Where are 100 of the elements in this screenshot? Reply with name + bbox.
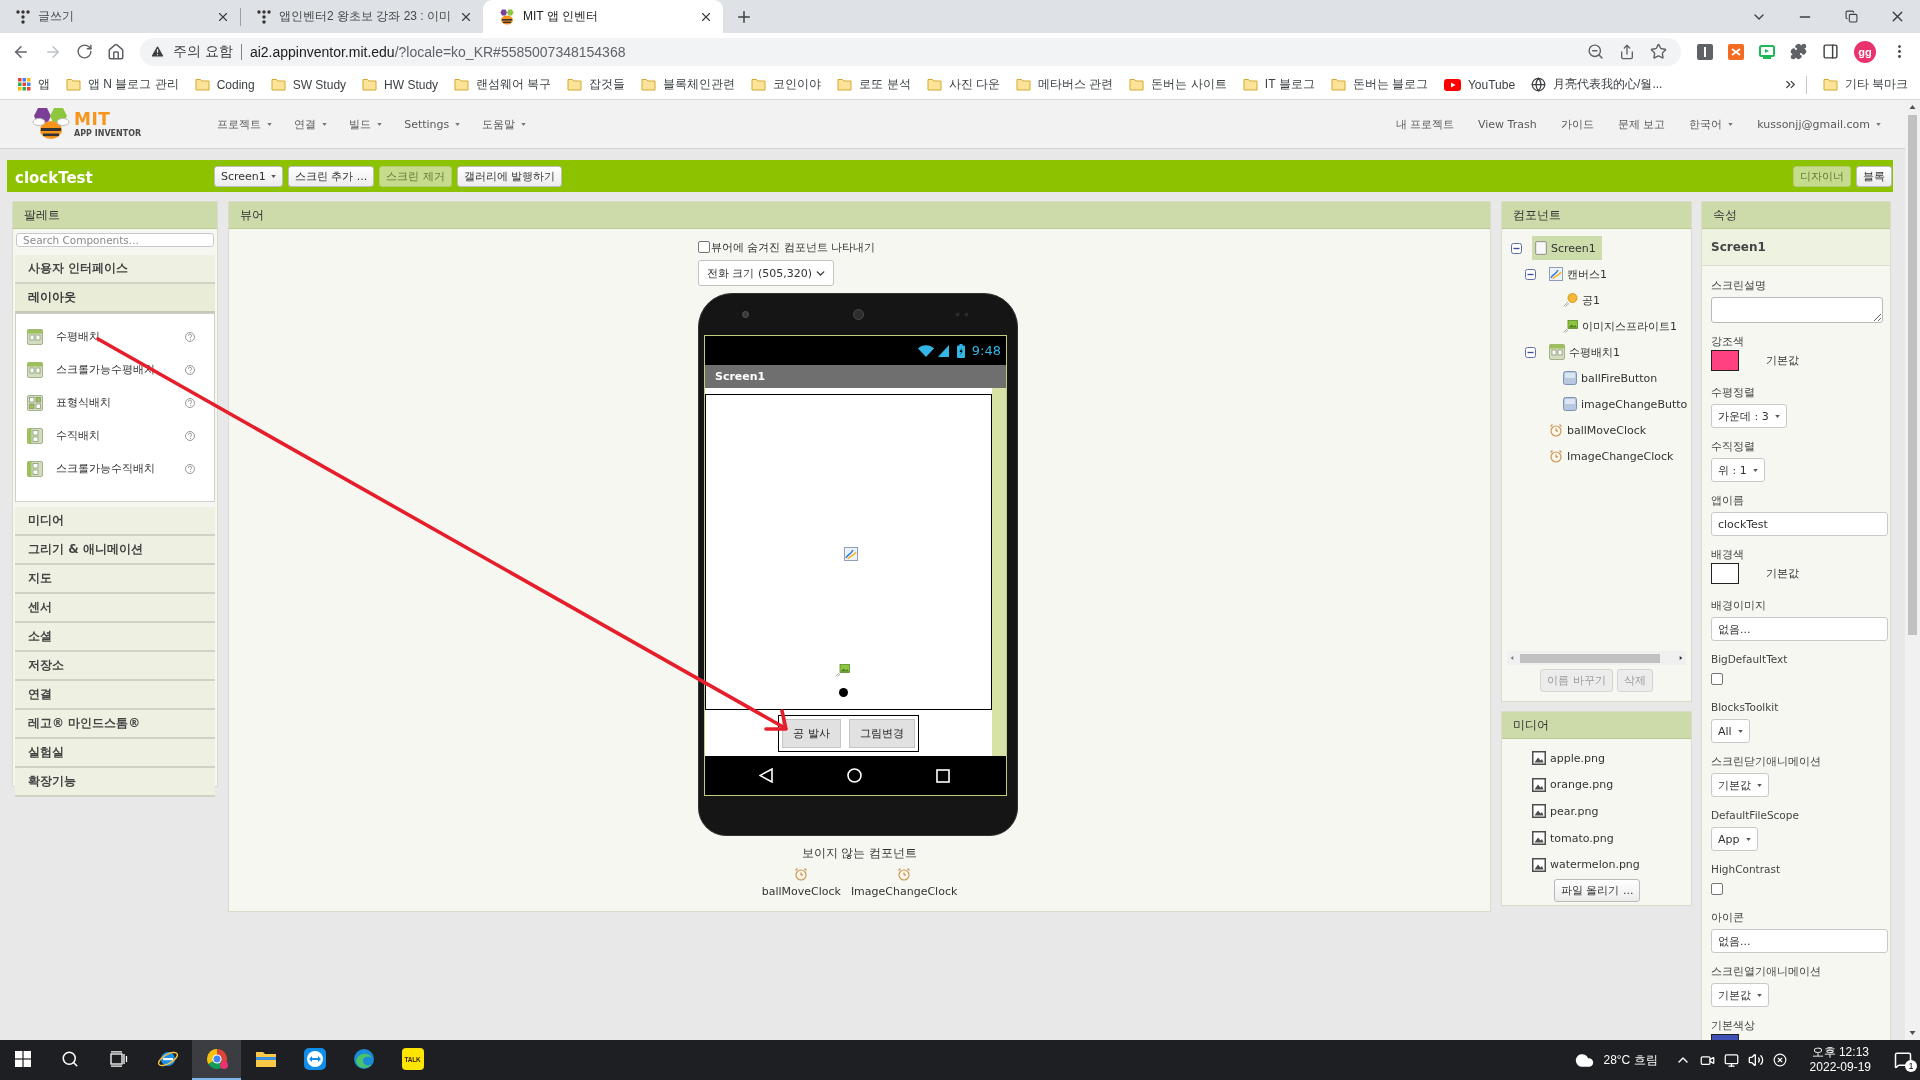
tree-item[interactable]: ballMoveClock: [1546, 418, 1653, 442]
bookmark-link[interactable]: 사진 다운: [918, 71, 1009, 98]
dropdown[interactable]: 위 : 1: [1711, 458, 1765, 482]
media-file-name[interactable]: tomato.png: [1550, 831, 1614, 845]
star-icon[interactable]: [1650, 43, 1667, 60]
category-header[interactable]: 확장기능: [15, 768, 215, 797]
component-label[interactable]: 스크롤가능수직배치: [56, 461, 155, 476]
scroll-down-icon[interactable]: [1909, 1031, 1916, 1035]
dropdown[interactable]: 가운데 : 3: [1711, 404, 1787, 428]
dropdown[interactable]: 기본값: [1711, 773, 1769, 797]
header-link[interactable]: 문제 보고: [1617, 116, 1666, 132]
category-header[interactable]: 레이아웃: [15, 284, 215, 313]
phone-size-select[interactable]: 전화 크기 (505,320): [698, 260, 834, 286]
horizontal-scrollbar[interactable]: [1507, 651, 1686, 665]
toolbar-button[interactable]: 갤러리에 발행하기: [456, 165, 563, 187]
menu-item[interactable]: 프로젝트: [217, 116, 273, 132]
swatch-icon[interactable]: [1711, 563, 1739, 584]
category-header[interactable]: 실험실: [15, 739, 215, 768]
task-view-icon[interactable]: [109, 1051, 128, 1067]
security-warning[interactable]: 주의 요함: [173, 42, 233, 61]
bookmark-link[interactable]: SW Study: [262, 71, 355, 98]
media-file-name[interactable]: apple.png: [1550, 751, 1605, 765]
bookmark-link[interactable]: 로또 분석: [829, 71, 919, 98]
text-field[interactable]: 없음...: [1711, 617, 1888, 641]
category-header[interactable]: 그리기 & 애니메이션: [15, 536, 215, 565]
bookmark-link[interactable]: 기타 북마크: [1814, 71, 1916, 98]
category-header[interactable]: 연결: [15, 681, 215, 710]
swatch-icon[interactable]: [1711, 350, 1739, 371]
tree-item[interactable]: 공1: [1560, 288, 1606, 312]
nav-recents-icon[interactable]: [936, 768, 950, 783]
zoom-out-icon[interactable]: [1587, 43, 1604, 60]
bookmark-link[interactable]: 메타버스 관련: [1008, 71, 1122, 98]
search-icon[interactable]: [60, 1050, 79, 1068]
header-link[interactable]: 내 프로젝트: [1395, 116, 1454, 132]
header-link[interactable]: kussonjj@gmail.com: [1757, 117, 1881, 131]
scrollbar-thumb[interactable]: [1908, 115, 1917, 635]
tree-item[interactable]: 이미지스프라이트1: [1560, 314, 1683, 338]
tray-time[interactable]: 오후 12:13: [1811, 1045, 1869, 1060]
dropdown[interactable]: 기본값: [1711, 983, 1769, 1007]
bookmark-link[interactable]: 月亮代表我的心/월...: [1523, 71, 1671, 98]
phone-button[interactable]: 그림변경: [848, 719, 915, 748]
browser-tab[interactable]: 앱인벤터2 왕초보 강좌 23 : 이미: [241, 0, 484, 33]
media-file-name[interactable]: orange.png: [1550, 778, 1614, 792]
nav-back-icon[interactable]: [759, 768, 773, 783]
tree-item[interactable]: ballFireButton: [1560, 366, 1664, 390]
circle-x-icon[interactable]: [1772, 1053, 1787, 1067]
category-header[interactable]: 소셜: [15, 623, 215, 652]
menu-item[interactable]: 연결: [294, 116, 328, 132]
share-icon[interactable]: [1619, 43, 1635, 60]
nav-home-icon[interactable]: [847, 768, 862, 783]
tree-item[interactable]: ImageChangeClock: [1546, 444, 1680, 468]
scroll-left-icon[interactable]: [1509, 656, 1515, 660]
scrollbar-thumb[interactable]: [1520, 653, 1660, 663]
bookmark-link[interactable]: 돈버는 사이트: [1121, 71, 1235, 98]
bookmark-link[interactable]: Coding: [186, 71, 263, 98]
header-link[interactable]: 가이드: [1560, 116, 1594, 132]
browser-tab[interactable]: MIT 앱 인벤터: [483, 0, 724, 33]
category-header[interactable]: 지도: [15, 565, 215, 594]
tree-item[interactable]: imageChangeButto: [1560, 392, 1691, 416]
component-label[interactable]: 수평배치: [56, 329, 100, 344]
checkbox[interactable]: [1711, 673, 1723, 685]
category-header[interactable]: 레고® 마인드스톰®: [15, 710, 215, 739]
checkbox[interactable]: [698, 241, 710, 253]
scroll-right-icon[interactable]: [1678, 656, 1684, 660]
category-header[interactable]: 미디어: [15, 507, 215, 536]
collapse-icon[interactable]: [1511, 242, 1522, 254]
side-panel-icon[interactable]: [1822, 43, 1839, 60]
bookmark-link[interactable]: 돈버는 블로그: [1322, 71, 1436, 98]
screen-select[interactable]: Screen1: [214, 165, 283, 187]
bookmark-link[interactable]: 코인이야: [743, 71, 830, 98]
home-icon[interactable]: [107, 42, 125, 61]
bookmark-link[interactable]: 블록체인관련: [633, 71, 744, 98]
bookmark-link[interactable]: 랜섬웨어 복구: [446, 71, 560, 98]
address-bar[interactable]: 주의 요함 ai2.appinventor.mit.edu/?locale=ko_KR#5585007348154368: [140, 37, 1681, 66]
dropdown[interactable]: All: [1711, 719, 1750, 743]
browser-tab[interactable]: 글쓰기: [0, 0, 240, 33]
text-field[interactable]: 없음...: [1711, 929, 1888, 953]
bookmark-link[interactable]: HW Study: [354, 71, 447, 98]
text-field[interactable]: clockTest: [1711, 512, 1888, 536]
bookmark-link[interactable]: 앱: [10, 71, 58, 98]
header-link[interactable]: View Trash: [1478, 117, 1537, 131]
scroll-up-icon[interactable]: [1909, 105, 1916, 109]
tree-item[interactable]: 수평배치1: [1546, 340, 1626, 364]
notification-icon[interactable]: [1894, 1051, 1912, 1069]
puzzle-icon[interactable]: [1790, 43, 1807, 60]
menu-item[interactable]: 도움말: [482, 116, 527, 132]
extension-icon[interactable]: [1697, 43, 1713, 60]
media-file-name[interactable]: watermelon.png: [1550, 858, 1640, 872]
profile-button[interactable]: gg: [1854, 40, 1876, 63]
search-field[interactable]: Search Components...: [16, 233, 214, 247]
description-field[interactable]: [1711, 297, 1883, 323]
menu-item[interactable]: 빌드: [349, 116, 383, 132]
dropdown[interactable]: App: [1711, 827, 1758, 851]
vertical-scrollbar[interactable]: [1905, 100, 1920, 1040]
extension-icon[interactable]: [1759, 43, 1775, 60]
bookmark-link[interactable]: 앱 N 블로그 관리: [58, 71, 187, 98]
extension-icon[interactable]: [1728, 43, 1744, 60]
header-link[interactable]: 한국어: [1689, 116, 1734, 132]
reload-icon[interactable]: [76, 43, 93, 60]
upload-button[interactable]: 파일 올리기 ...: [1554, 878, 1641, 902]
